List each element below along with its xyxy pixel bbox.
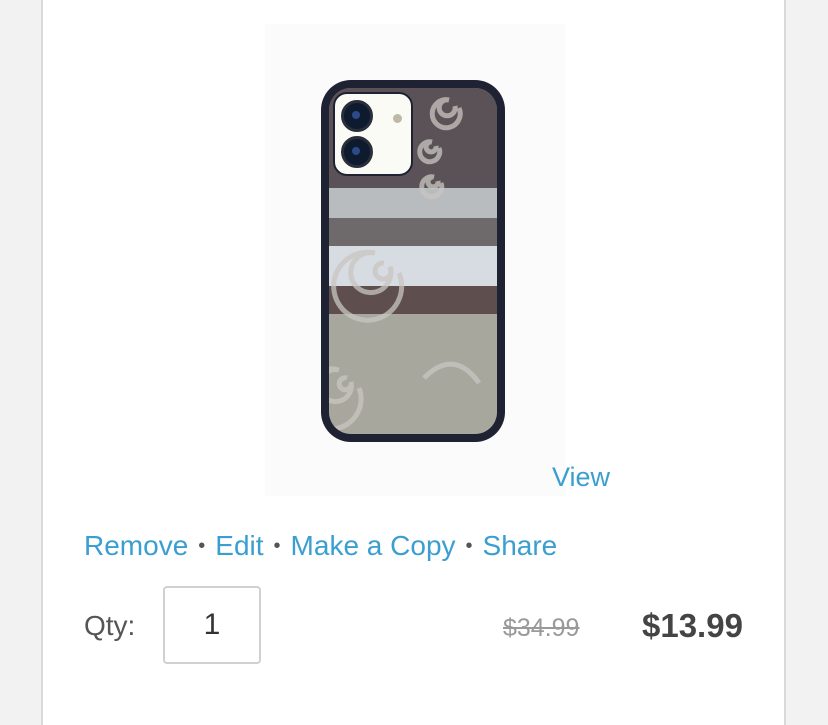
- separator-dot: •: [465, 534, 473, 557]
- camera-module: [333, 92, 413, 176]
- product-preview[interactable]: [265, 24, 565, 496]
- edit-link[interactable]: Edit: [215, 530, 263, 562]
- quantity-input[interactable]: [163, 586, 261, 664]
- flash-icon: [393, 114, 402, 123]
- original-price: $34.99: [503, 614, 580, 642]
- item-actions: Remove • Edit • Make a Copy • Share: [84, 530, 557, 562]
- cart-item-card: View Remove • Edit • Make a Copy • Share…: [41, 0, 786, 725]
- view-link[interactable]: View: [552, 462, 610, 493]
- phone-case-image: [321, 80, 505, 442]
- separator-dot: •: [273, 534, 281, 557]
- sale-price: $13.99: [642, 607, 743, 644]
- quantity-label: Qty:: [84, 610, 136, 641]
- separator-dot: •: [198, 534, 206, 557]
- remove-link[interactable]: Remove: [84, 530, 188, 562]
- share-link[interactable]: Share: [483, 530, 558, 562]
- camera-lens-icon: [341, 100, 373, 132]
- camera-lens-icon: [341, 136, 373, 168]
- make-copy-link[interactable]: Make a Copy: [291, 530, 456, 562]
